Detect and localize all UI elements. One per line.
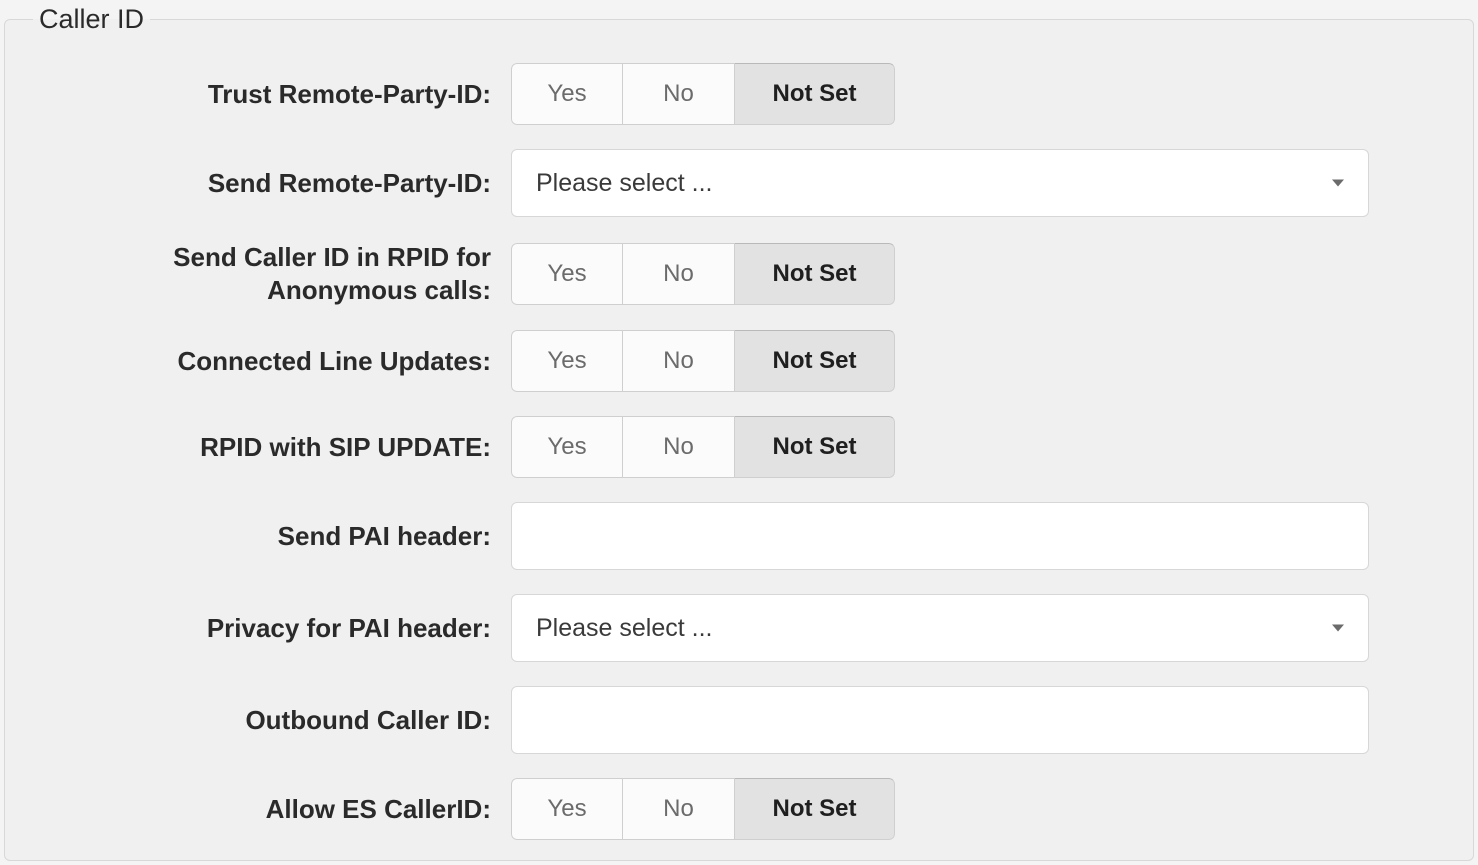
caret-down-icon bbox=[1332, 625, 1344, 632]
label-send-pai-header: Send PAI header: bbox=[25, 520, 495, 553]
send-rpid-value: Please select ... bbox=[536, 169, 712, 198]
connected-line-updates-toggle: Yes No Not Set bbox=[511, 330, 895, 392]
control-connected-line-updates: Yes No Not Set bbox=[511, 330, 895, 392]
send-cid-rpid-anon-notset[interactable]: Not Set bbox=[735, 243, 895, 305]
label-outbound-caller-id: Outbound Caller ID: bbox=[25, 704, 495, 737]
row-allow-es-callerid: Allow ES CallerID: Yes No Not Set bbox=[25, 778, 1453, 840]
label-send-cid-rpid-anon: Send Caller ID in RPID for Anonymous cal… bbox=[25, 241, 495, 306]
control-rpid-sip-update: Yes No Not Set bbox=[511, 416, 895, 478]
row-rpid-sip-update: RPID with SIP UPDATE: Yes No Not Set bbox=[25, 416, 1453, 478]
trust-rpid-notset[interactable]: Not Set bbox=[735, 63, 895, 125]
control-outbound-caller-id bbox=[511, 686, 1369, 754]
trust-rpid-no[interactable]: No bbox=[623, 63, 735, 125]
allow-es-callerid-no[interactable]: No bbox=[623, 778, 735, 840]
outbound-caller-id-input[interactable] bbox=[511, 686, 1369, 754]
control-allow-es-callerid: Yes No Not Set bbox=[511, 778, 895, 840]
row-privacy-pai-header: Privacy for PAI header: Please select ..… bbox=[25, 594, 1453, 662]
row-trust-rpid: Trust Remote-Party-ID: Yes No Not Set bbox=[25, 63, 1453, 125]
rpid-sip-update-no[interactable]: No bbox=[623, 416, 735, 478]
send-cid-rpid-anon-no[interactable]: No bbox=[623, 243, 735, 305]
fieldset-legend: Caller ID bbox=[33, 4, 150, 35]
row-send-cid-rpid-anon: Send Caller ID in RPID for Anonymous cal… bbox=[25, 241, 1453, 306]
privacy-pai-header-select[interactable]: Please select ... bbox=[511, 594, 1369, 662]
label-send-rpid: Send Remote-Party-ID: bbox=[25, 167, 495, 200]
send-cid-rpid-anon-toggle: Yes No Not Set bbox=[511, 243, 895, 305]
row-outbound-caller-id: Outbound Caller ID: bbox=[25, 686, 1453, 754]
row-connected-line-updates: Connected Line Updates: Yes No Not Set bbox=[25, 330, 1453, 392]
rpid-sip-update-toggle: Yes No Not Set bbox=[511, 416, 895, 478]
privacy-pai-header-value: Please select ... bbox=[536, 614, 712, 643]
row-send-rpid: Send Remote-Party-ID: Please select ... bbox=[25, 149, 1453, 217]
send-pai-header-input[interactable] bbox=[511, 502, 1369, 570]
allow-es-callerid-toggle: Yes No Not Set bbox=[511, 778, 895, 840]
label-privacy-pai-header: Privacy for PAI header: bbox=[25, 612, 495, 645]
send-cid-rpid-anon-yes[interactable]: Yes bbox=[511, 243, 623, 305]
control-send-rpid: Please select ... bbox=[511, 149, 1369, 217]
label-connected-line-updates: Connected Line Updates: bbox=[25, 345, 495, 378]
rpid-sip-update-yes[interactable]: Yes bbox=[511, 416, 623, 478]
caller-id-fieldset: Caller ID Trust Remote-Party-ID: Yes No … bbox=[4, 4, 1474, 861]
label-allow-es-callerid: Allow ES CallerID: bbox=[25, 793, 495, 826]
control-send-cid-rpid-anon: Yes No Not Set bbox=[511, 243, 895, 305]
trust-rpid-yes[interactable]: Yes bbox=[511, 63, 623, 125]
control-privacy-pai-header: Please select ... bbox=[511, 594, 1369, 662]
send-rpid-select[interactable]: Please select ... bbox=[511, 149, 1369, 217]
allow-es-callerid-notset[interactable]: Not Set bbox=[735, 778, 895, 840]
connected-line-updates-no[interactable]: No bbox=[623, 330, 735, 392]
connected-line-updates-notset[interactable]: Not Set bbox=[735, 330, 895, 392]
allow-es-callerid-yes[interactable]: Yes bbox=[511, 778, 623, 840]
control-send-pai-header bbox=[511, 502, 1369, 570]
rpid-sip-update-notset[interactable]: Not Set bbox=[735, 416, 895, 478]
label-rpid-sip-update: RPID with SIP UPDATE: bbox=[25, 431, 495, 464]
trust-rpid-toggle: Yes No Not Set bbox=[511, 63, 895, 125]
label-trust-rpid: Trust Remote-Party-ID: bbox=[25, 78, 495, 111]
connected-line-updates-yes[interactable]: Yes bbox=[511, 330, 623, 392]
control-trust-rpid: Yes No Not Set bbox=[511, 63, 895, 125]
caret-down-icon bbox=[1332, 180, 1344, 187]
row-send-pai-header: Send PAI header: bbox=[25, 502, 1453, 570]
